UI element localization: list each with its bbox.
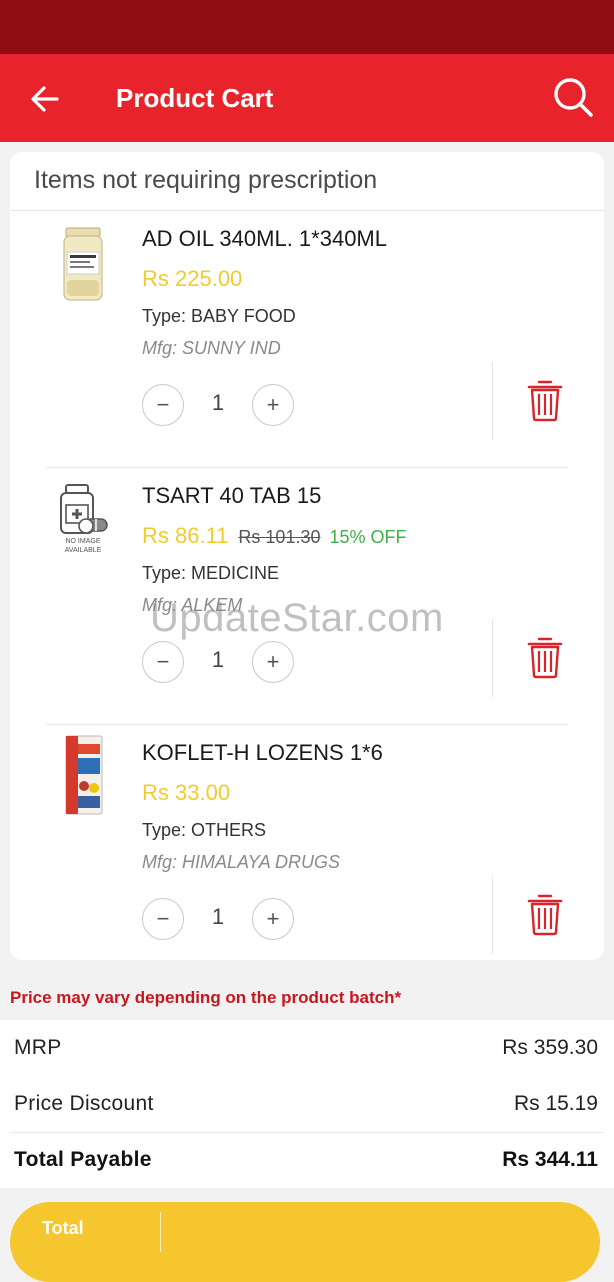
product-type: Type: MEDICINE xyxy=(142,563,280,583)
discount-row: Price Discount Rs 15.19 xyxy=(14,1092,598,1116)
quantity-value: 1 xyxy=(211,904,225,929)
divider xyxy=(492,619,493,697)
price-summary: MRP Rs 359.30 Price Discount Rs 15.19 To… xyxy=(0,1020,614,1188)
section-title: Items not requiring prescription xyxy=(34,166,378,194)
decrease-quantity-button[interactable]: − xyxy=(142,898,184,940)
price-row: Rs 225.00 xyxy=(142,266,242,292)
status-bar xyxy=(0,0,614,54)
trash-icon xyxy=(527,380,563,422)
divider xyxy=(492,362,493,440)
total-label: Total Payable xyxy=(14,1148,152,1171)
section-header: Items not requiring prescription xyxy=(10,152,604,211)
back-button[interactable] xyxy=(22,78,68,120)
arrow-left-icon xyxy=(31,86,59,112)
quantity-value: 1 xyxy=(211,390,225,415)
product-name[interactable]: AD OIL 340ML. 1*340ML xyxy=(142,226,387,252)
app-bar: Product Cart xyxy=(0,54,614,142)
product-price: Rs 225.00 xyxy=(142,266,243,291)
product-name[interactable]: KOFLET-H LOZENS 1*6 xyxy=(142,740,383,766)
lozenge-box-image xyxy=(65,735,103,815)
mrp-label: MRP xyxy=(14,1036,62,1059)
cart-card: Items not requiring prescription AD OIL … xyxy=(10,152,604,960)
price-note: Price may vary depending on the product … xyxy=(10,988,402,1007)
mrp-row: MRP Rs 359.30 xyxy=(14,1036,598,1060)
product-type: Type: BABY FOOD xyxy=(142,306,296,326)
checkout-divider xyxy=(160,1212,161,1252)
original-price: Rs 101.30 xyxy=(238,527,321,547)
trash-icon xyxy=(527,894,563,936)
price-row: Rs 86.11 Rs 101.30 15% OFF xyxy=(142,523,407,549)
checkout-bar[interactable]: Total xyxy=(10,1202,600,1282)
decrease-quantity-button[interactable]: − xyxy=(142,384,184,426)
search-icon xyxy=(554,78,593,117)
delete-button[interactable] xyxy=(526,892,564,936)
search-button[interactable] xyxy=(548,72,598,122)
product-image[interactable] xyxy=(52,734,114,816)
summary-divider xyxy=(10,1132,604,1133)
no-image-text: NO IMAGE AVAILABLE xyxy=(64,538,102,554)
cart-item: AD OIL 340ML. 1*340ML Rs 225.00 Type: BA… xyxy=(10,210,604,467)
decrease-quantity-button[interactable]: − xyxy=(142,641,184,683)
item-divider xyxy=(46,467,568,468)
product-price: Rs 33.00 xyxy=(142,780,231,805)
delete-button[interactable] xyxy=(526,635,564,679)
discount-badge: 15% OFF xyxy=(329,527,407,547)
price-row: Rs 33.00 xyxy=(142,780,230,806)
product-mfg: Mfg: HIMALAYA DRUGS xyxy=(142,852,341,872)
quantity-stepper: − 1 + xyxy=(142,898,296,942)
product-mfg: Mfg: SUNNY IND xyxy=(142,338,281,358)
discount-label: Price Discount xyxy=(14,1092,154,1115)
product-type: Type: OTHERS xyxy=(142,820,267,840)
product-image[interactable] xyxy=(52,224,114,306)
product-mfg: Mfg: ALKEM xyxy=(142,595,243,615)
quantity-stepper: − 1 + xyxy=(142,384,296,428)
trash-icon xyxy=(527,637,563,679)
quantity-stepper: − 1 + xyxy=(142,641,296,685)
increase-quantity-button[interactable]: + xyxy=(252,384,294,426)
total-row: Total Payable Rs 344.11 xyxy=(14,1148,598,1172)
cart-item: NO IMAGE AVAILABLE TSART 40 TAB 15 Rs 86… xyxy=(10,467,604,724)
increase-quantity-button[interactable]: + xyxy=(252,898,294,940)
cart-item: KOFLET-H LOZENS 1*6 Rs 33.00 Type: OTHER… xyxy=(10,724,604,981)
product-image[interactable]: NO IMAGE AVAILABLE xyxy=(52,481,114,563)
delete-button[interactable] xyxy=(526,378,564,422)
item-divider xyxy=(46,724,568,725)
checkout-total-label: Total xyxy=(42,1218,84,1238)
discount-value: Rs 15.19 xyxy=(513,1092,598,1115)
increase-quantity-button[interactable]: + xyxy=(252,641,294,683)
total-value: Rs 344.11 xyxy=(502,1148,598,1171)
product-name[interactable]: TSART 40 TAB 15 xyxy=(142,483,321,509)
product-price: Rs 86.11 xyxy=(142,523,229,548)
divider xyxy=(492,876,493,954)
quantity-value: 1 xyxy=(211,647,225,672)
mrp-value: Rs 359.30 xyxy=(502,1036,598,1059)
oil-jar-image xyxy=(63,227,103,301)
page-title: Product Cart xyxy=(116,83,274,113)
